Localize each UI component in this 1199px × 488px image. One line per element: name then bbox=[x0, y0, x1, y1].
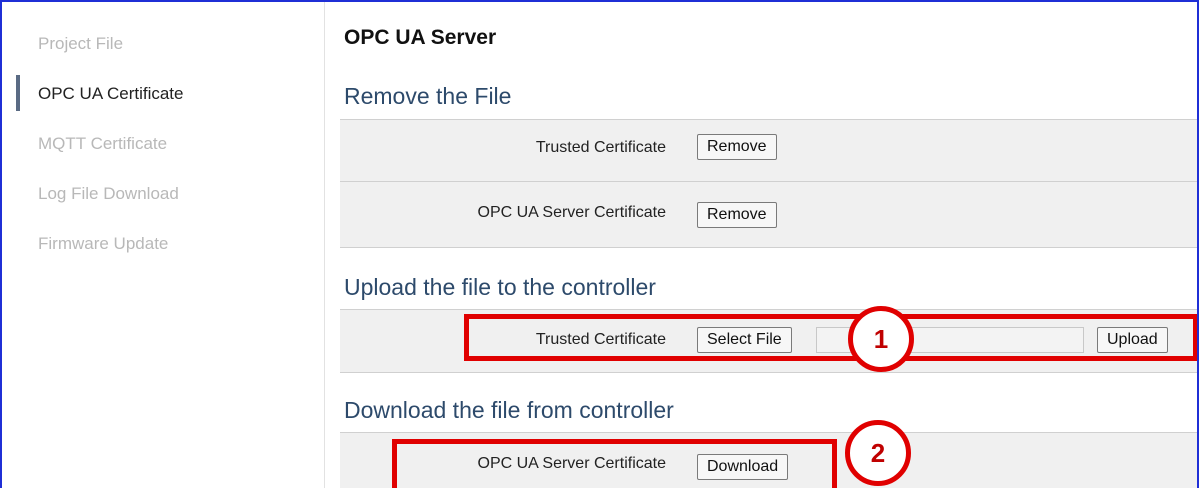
row-label: OPC UA Server Certificate bbox=[477, 204, 667, 221]
sidebar-item-firmware-update[interactable]: Firmware Update bbox=[38, 234, 168, 254]
active-indicator bbox=[16, 75, 20, 111]
main-content: OPC UA Server Remove the File Trusted Ce… bbox=[340, 2, 1197, 488]
sidebar-item-mqtt-certificate[interactable]: MQTT Certificate bbox=[38, 134, 167, 154]
sidebar-item-opc-ua-certificate[interactable]: OPC UA Certificate bbox=[38, 84, 184, 104]
remove-section-heading: Remove the File bbox=[344, 83, 512, 109]
row-label: Trusted Certificate bbox=[535, 139, 666, 156]
remove-trusted-button[interactable]: Remove bbox=[697, 134, 777, 160]
app-frame: Project File OPC UA Certificate MQTT Cer… bbox=[0, 0, 1199, 488]
callout-1-highlight bbox=[464, 314, 1197, 361]
callout-2-highlight bbox=[392, 439, 837, 488]
upload-section-heading: Upload the file to the controller bbox=[344, 274, 656, 300]
sidebar-item-project-file[interactable]: Project File bbox=[38, 34, 123, 54]
remove-server-row: OPC UA Server Certificate Remove bbox=[340, 181, 1197, 248]
remove-trusted-row: Trusted Certificate Remove bbox=[340, 119, 1197, 181]
sidebar-item-log-file-download[interactable]: Log File Download bbox=[38, 184, 179, 204]
page-title: OPC UA Server bbox=[344, 26, 497, 49]
remove-server-button[interactable]: Remove bbox=[697, 202, 777, 228]
callout-1-badge: 1 bbox=[848, 306, 914, 372]
sidebar: Project File OPC UA Certificate MQTT Cer… bbox=[2, 2, 325, 488]
callout-2-badge: 2 bbox=[845, 420, 911, 486]
download-section-heading: Download the file from controller bbox=[344, 397, 674, 423]
